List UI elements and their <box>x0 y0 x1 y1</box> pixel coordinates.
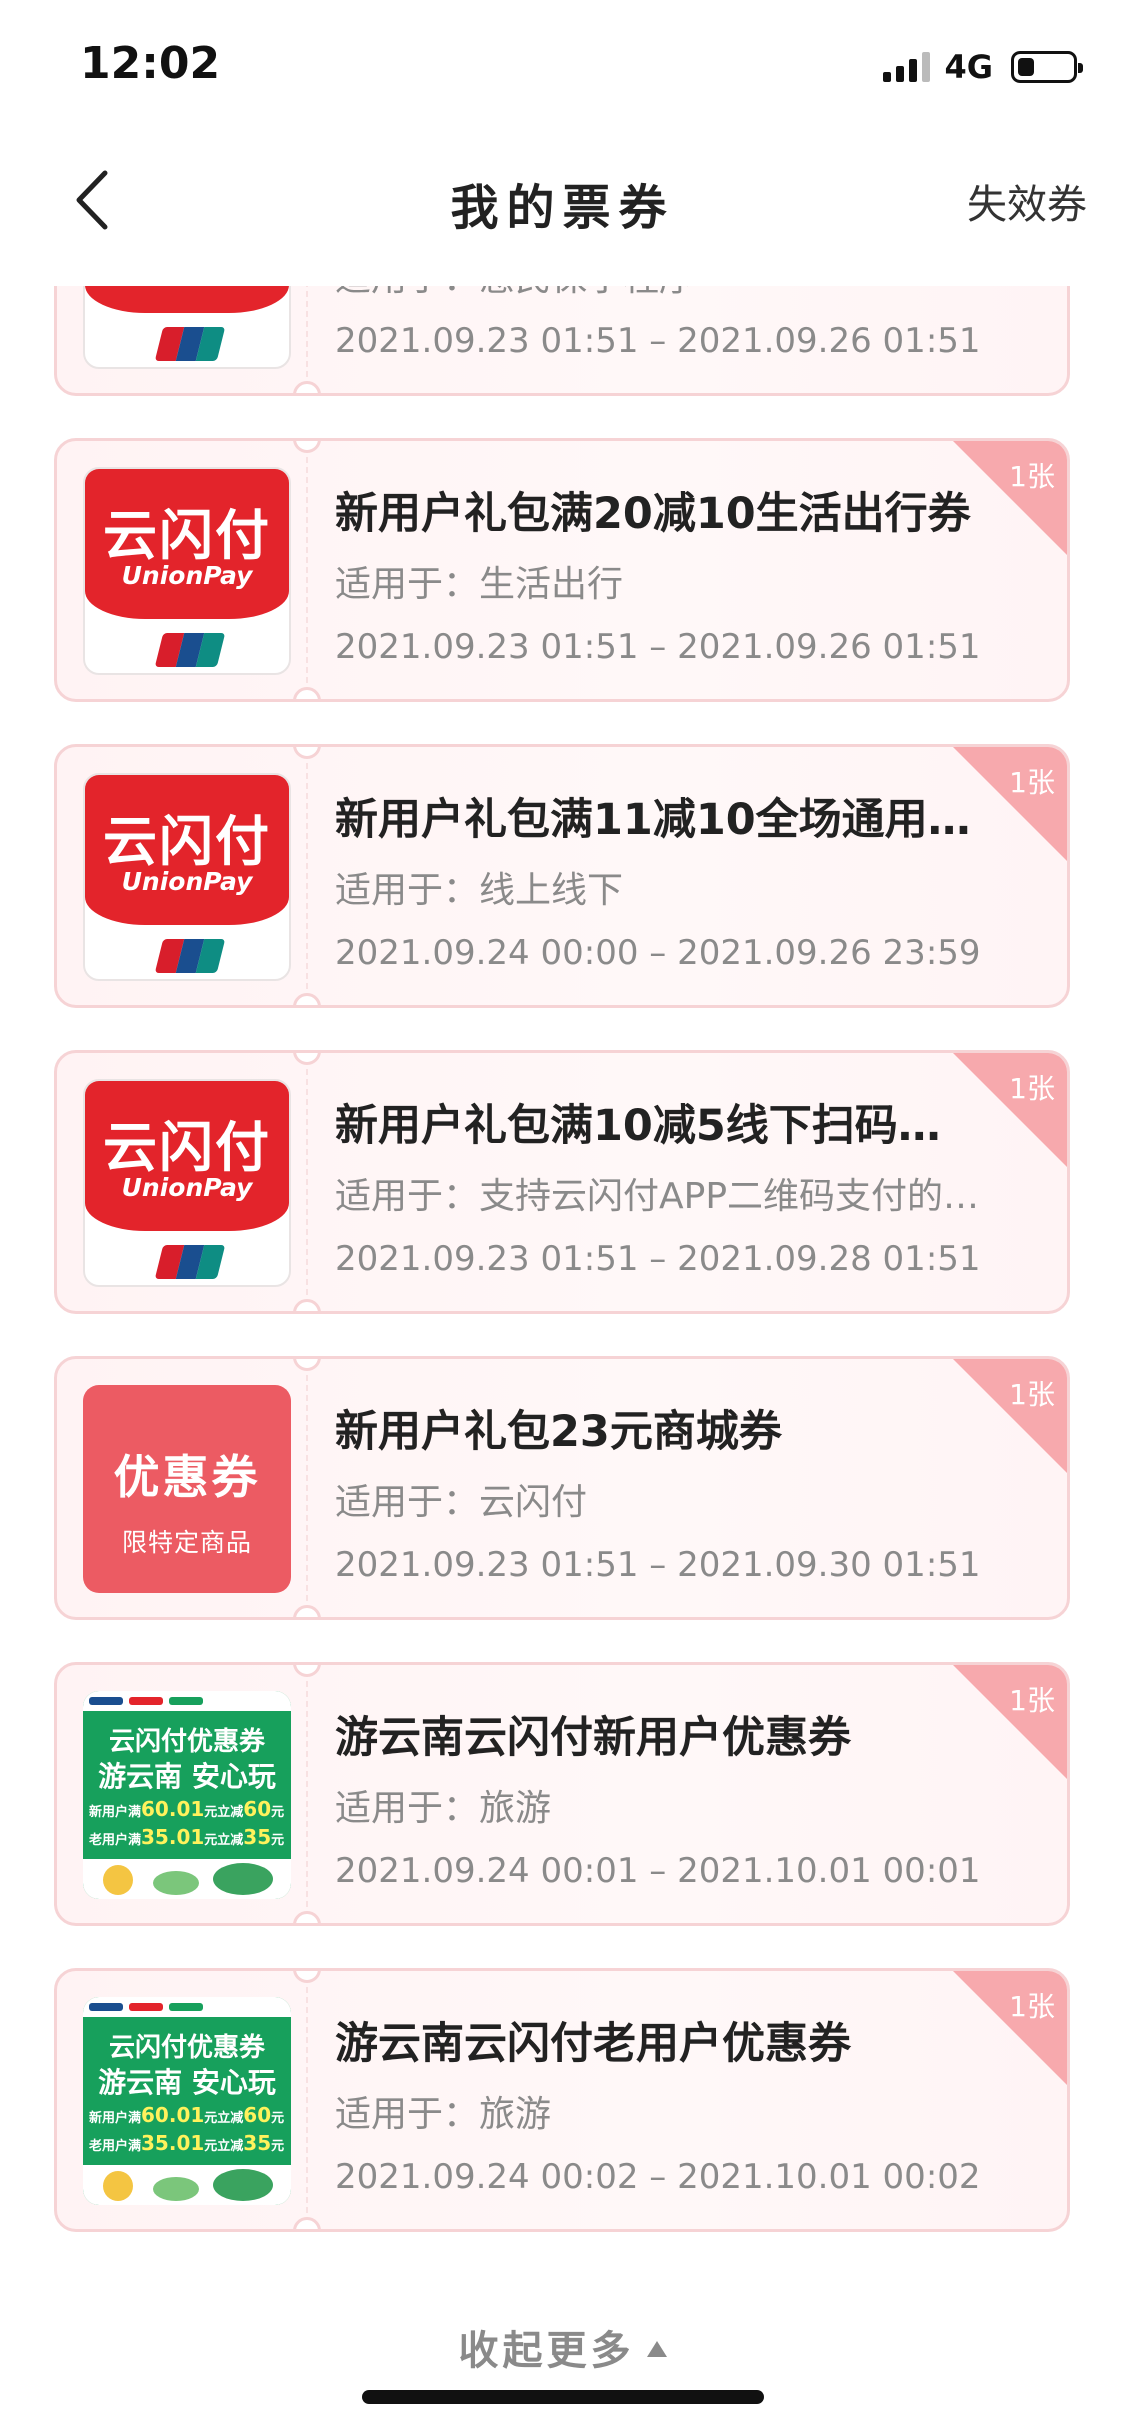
scenery-illustration <box>83 1859 291 1899</box>
ticket-notch <box>293 993 321 1005</box>
logo-subtext: UnionPay <box>121 1173 253 1202</box>
scenery-illustration <box>83 2165 291 2205</box>
collapse-more-button[interactable]: 收起更多 <box>0 2318 1125 2376</box>
thumbnail-title: 云闪付优惠券 <box>108 2033 265 2063</box>
coupon-title: 游云南云闪付老用户优惠券 <box>335 2019 851 2069</box>
coupon-thumbnail: 优惠券 限特定商品 <box>83 1385 291 1593</box>
coupon-scope: 适用于：惠民保小程序 <box>335 286 1015 301</box>
triangle-up-icon <box>646 2341 667 2357</box>
quantity-badge-text: 1张 <box>1009 1378 1055 1411</box>
coupon-validity: 2021.09.23 01:51 – 2021.09.28 01:51 <box>335 1239 981 1279</box>
status-indicators: 4G <box>883 48 1083 86</box>
ticket-notch <box>293 1605 321 1617</box>
coupon-validity: 2021.09.23 01:51 – 2021.09.26 01:51 <box>335 627 981 667</box>
collapse-more-label: 收起更多 <box>458 2328 635 2374</box>
battery-icon <box>1011 51 1083 83</box>
thumbnail-subtitle: 游云南 安心玩 <box>98 2066 276 2099</box>
sponsor-logos <box>83 1997 291 2017</box>
page-title: 我的票券 <box>450 180 675 236</box>
thumbnail-subtitle: 游云南 安心玩 <box>98 1760 276 1793</box>
coupon-validity: 2021.09.23 01:51 – 2021.09.26 01:51 <box>335 321 981 361</box>
coupon-card[interactable]: 云闪付 UnionPay 新用户礼包满11减10全场通用… 适用于：线上线下 2… <box>54 744 1070 1008</box>
ticket-divider <box>306 457 308 683</box>
ticket-divider <box>306 763 308 989</box>
coupon-list[interactable]: 云闪付 UnionPay 适用于：惠民保小程序 2021.09.23 01:51… <box>0 286 1125 2286</box>
old-user-offer: 老用户满35.01元立减35元 <box>89 2131 285 2155</box>
coupon-title: 新用户礼包满10减5线下扫码… <box>335 1101 941 1151</box>
logo-text: 云闪付 <box>103 810 271 873</box>
unionpay-mark-icon <box>154 327 226 361</box>
coupon-validity: 2021.09.23 01:51 – 2021.09.30 01:51 <box>335 1545 981 1585</box>
coupon-scope: 适用于：线上线下 <box>335 870 624 911</box>
status-time: 12:02 <box>80 38 221 89</box>
ticket-notch <box>293 381 321 393</box>
ticket-notch <box>293 1053 321 1065</box>
ticket-divider <box>306 1069 308 1295</box>
unionpay-logo: 云闪付 UnionPay <box>83 467 291 675</box>
coupon-title: 新用户礼包23元商城券 <box>335 1407 782 1457</box>
unionpay-mark-icon <box>154 1245 226 1279</box>
ticket-notch <box>293 1665 321 1677</box>
ticket-notch <box>293 1911 321 1923</box>
quantity-badge-text: 1张 <box>1009 1684 1055 1717</box>
yunnan-promo-thumbnail: 云闪付优惠券 游云南 安心玩 新用户满60.01元立减60元 老用户满35.01… <box>83 1691 291 1899</box>
coupon-title: 新用户礼包满20减10生活出行券 <box>335 489 971 539</box>
coupon-card[interactable]: 云闪付 UnionPay 适用于：惠民保小程序 2021.09.23 01:51… <box>54 286 1070 396</box>
coupon-scope: 适用于：支持云闪付APP二维码支付的… <box>335 1176 980 1217</box>
quantity-badge-text: 1张 <box>1009 460 1055 493</box>
ticket-notch <box>293 1971 321 1983</box>
coupon-scope: 适用于：生活出行 <box>335 564 624 605</box>
unionpay-logo: 云闪付 UnionPay <box>83 1079 291 1287</box>
coupon-scope: 适用于：云闪付 <box>335 1482 588 1523</box>
coupon-card[interactable]: 优惠券 限特定商品 新用户礼包23元商城券 适用于：云闪付 2021.09.23… <box>54 1356 1070 1620</box>
new-user-offer: 新用户满60.01元立减60元 <box>89 2103 285 2127</box>
expired-coupons-link[interactable]: 失效券 <box>967 172 1087 230</box>
ticket-notch <box>293 687 321 699</box>
coupon-validity: 2021.09.24 00:01 – 2021.10.01 00:01 <box>335 1851 981 1891</box>
logo-subtext: UnionPay <box>121 561 253 590</box>
ticket-divider <box>306 1987 308 2213</box>
thumbnail-title: 云闪付优惠券 <box>108 1727 265 1757</box>
quantity-badge-text: 1张 <box>1009 766 1055 799</box>
old-user-offer: 老用户满35.01元立减35元 <box>89 1825 285 1849</box>
coupon-card[interactable]: 云闪付优惠券 游云南 安心玩 新用户满60.01元立减60元 老用户满35.01… <box>54 1662 1070 1926</box>
quantity-badge-text: 1张 <box>1009 1990 1055 2023</box>
signal-icon <box>883 52 931 82</box>
coupon-card[interactable]: 云闪付 UnionPay 新用户礼包满20减10生活出行券 适用于：生活出行 2… <box>54 438 1070 702</box>
quantity-badge-text: 1张 <box>1009 1072 1055 1105</box>
coupon-card[interactable]: 云闪付优惠券 游云南 安心玩 新用户满60.01元立减60元 老用户满35.01… <box>54 1968 1070 2232</box>
ticket-divider <box>306 1375 308 1601</box>
ticket-divider <box>306 1681 308 1907</box>
home-indicator <box>362 2390 764 2404</box>
new-user-offer: 新用户满60.01元立减60元 <box>89 1797 285 1821</box>
coupon-validity: 2021.09.24 00:02 – 2021.10.01 00:02 <box>335 2157 981 2197</box>
unionpay-mark-icon <box>154 633 226 667</box>
unionpay-logo: 云闪付 UnionPay <box>83 286 291 369</box>
unionpay-logo: 云闪付 UnionPay <box>83 773 291 981</box>
status-bar: 12:02 4G <box>0 0 1125 130</box>
ticket-notch <box>293 747 321 759</box>
logo-subtext: UnionPay <box>121 867 253 896</box>
thumbnail-title: 优惠券 <box>113 1450 261 1504</box>
coupon-title: 游云南云闪付新用户优惠券 <box>335 1713 851 1763</box>
ticket-divider <box>306 286 308 377</box>
thumbnail-subtitle: 限特定商品 <box>121 1528 252 1557</box>
sponsor-logos <box>83 1691 291 1711</box>
ticket-notch <box>293 1359 321 1371</box>
coupon-validity: 2021.09.24 00:00 – 2021.09.26 23:59 <box>335 933 981 973</box>
nav-bar: 我的票券 失效券 <box>0 130 1125 270</box>
yunnan-promo-thumbnail: 云闪付优惠券 游云南 安心玩 新用户满60.01元立减60元 老用户满35.01… <box>83 1997 291 2205</box>
ticket-notch <box>293 2217 321 2229</box>
unionpay-mark-icon <box>154 939 226 973</box>
coupon-scope: 适用于：旅游 <box>335 1788 552 1829</box>
ticket-notch <box>293 1299 321 1311</box>
coupon-scope: 适用于：旅游 <box>335 2094 552 2135</box>
coupon-card[interactable]: 云闪付 UnionPay 新用户礼包满10减5线下扫码… 适用于：支持云闪付AP… <box>54 1050 1070 1314</box>
coupon-title: 新用户礼包满11减10全场通用… <box>335 795 971 845</box>
ticket-notch <box>293 441 321 453</box>
logo-text: 云闪付 <box>103 1116 271 1179</box>
network-type: 4G <box>944 48 993 86</box>
logo-text: 云闪付 <box>103 504 271 567</box>
